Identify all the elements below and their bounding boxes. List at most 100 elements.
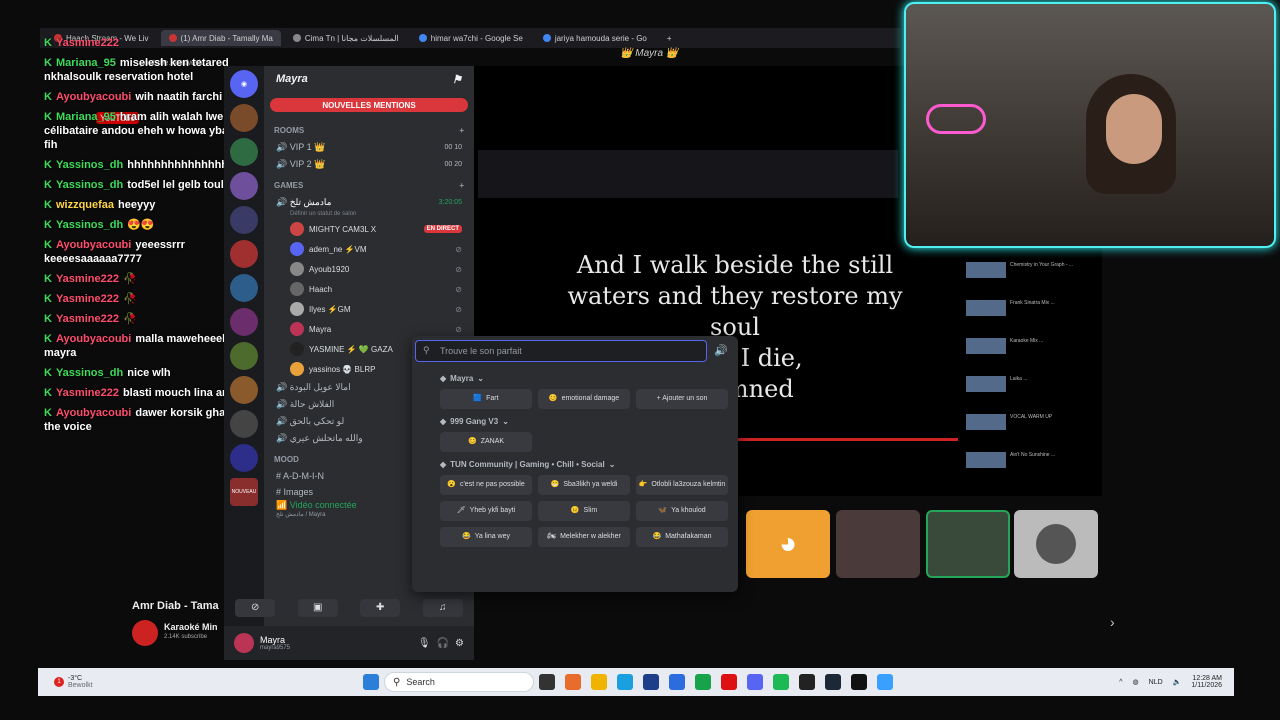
sound-button[interactable]: 😊 ZANAK bbox=[440, 432, 532, 452]
windows-start-icon[interactable] bbox=[363, 674, 379, 690]
network-icon[interactable]: ◍ bbox=[1133, 678, 1139, 686]
server-icon[interactable] bbox=[230, 308, 258, 336]
browser-tab[interactable]: Cima Tn | المسلسلات مجانا bbox=[285, 30, 407, 46]
avatar[interactable] bbox=[234, 633, 254, 653]
screen-share-icon[interactable]: ▣ bbox=[297, 599, 338, 617]
new-server-badge[interactable]: NOUVEAU bbox=[230, 478, 258, 506]
chat-username[interactable]: wizzquefaa bbox=[56, 199, 114, 211]
sound-button[interactable]: 😁 Sba3likh ya weldi bbox=[538, 475, 630, 495]
discord-icon[interactable] bbox=[747, 674, 763, 690]
chevron-up-icon[interactable]: ^ bbox=[1119, 679, 1122, 686]
chat-username[interactable]: Mariana_95 bbox=[56, 111, 116, 123]
edge-icon[interactable] bbox=[617, 674, 633, 690]
channel-status-hint[interactable]: Définir un statut de salon bbox=[264, 211, 474, 219]
add-channel-icon[interactable]: + bbox=[459, 126, 464, 135]
camera-off-icon[interactable]: ⊘ bbox=[235, 599, 276, 617]
activities-icon[interactable]: ✚ bbox=[360, 599, 401, 617]
soundboard-section-header[interactable]: ◆ Mayra ⌄ bbox=[440, 374, 730, 383]
voice-channel-room[interactable]: 🔊 VIP 1 👑 00 10 bbox=[264, 139, 474, 156]
server-icon[interactable] bbox=[230, 240, 258, 268]
chat-username[interactable]: Yasmine222 bbox=[56, 313, 119, 325]
new-tab-button[interactable]: + bbox=[659, 30, 680, 46]
category-games[interactable]: GAMES + bbox=[264, 173, 474, 194]
app-icon[interactable] bbox=[565, 674, 581, 690]
sound-button[interactable]: 😂 Ya lina wey bbox=[440, 527, 532, 547]
weather-widget[interactable]: 1 -3°C Bewolkt bbox=[38, 675, 358, 689]
invite-icon[interactable]: ⚑ bbox=[452, 73, 462, 86]
channel-avatar[interactable] bbox=[132, 620, 158, 646]
youtube-suggestion[interactable]: Ain't No Sunshine ... bbox=[966, 452, 1106, 468]
task-view-icon[interactable] bbox=[539, 674, 555, 690]
browser-tab[interactable]: jariya hamouda serie - Go bbox=[535, 30, 655, 46]
sound-button[interactable]: 😊 emotional damage bbox=[538, 389, 630, 409]
file-explorer-icon[interactable] bbox=[591, 674, 607, 690]
outlook-icon[interactable] bbox=[669, 674, 685, 690]
voice-user[interactable]: MIGHTY CAM3L X EN DIRECT bbox=[264, 219, 474, 239]
chat-username[interactable]: Yassinos_dh bbox=[56, 219, 123, 231]
voice-user[interactable]: Ayoub1920 ⊘ bbox=[264, 259, 474, 279]
sound-button[interactable]: 🦋 Ya khoulod bbox=[636, 501, 728, 521]
chat-username[interactable]: Yassinos_dh bbox=[56, 159, 123, 171]
participant-tile-speaking[interactable] bbox=[926, 510, 1010, 578]
headphones-icon[interactable]: 🎧 bbox=[437, 638, 449, 649]
server-icon[interactable] bbox=[230, 206, 258, 234]
sound-button[interactable]: 🏍 Melekher w alekher bbox=[538, 527, 630, 547]
voice-channel-room[interactable]: 🔊 VIP 2 👑 00 20 bbox=[264, 156, 474, 173]
soundboard-search-input[interactable]: Trouve le son parfait bbox=[415, 340, 707, 362]
participant-tile[interactable] bbox=[836, 510, 920, 578]
app-icon[interactable] bbox=[877, 674, 893, 690]
participant-tile-discord[interactable]: ◕ bbox=[746, 510, 830, 578]
voice-user[interactable]: Haach ⊘ bbox=[264, 279, 474, 299]
voice-user[interactable]: adem_ne ⚡VM ⊘ bbox=[264, 239, 474, 259]
volume-icon[interactable]: 🔈 bbox=[1173, 678, 1182, 686]
youtube-suggestion[interactable]: VOCAL WARM UP bbox=[966, 414, 1106, 430]
chat-username[interactable]: Ayoubyacoubi bbox=[56, 407, 131, 419]
chat-username[interactable]: Yasmine222 bbox=[56, 387, 119, 399]
obs-icon[interactable] bbox=[799, 674, 815, 690]
chat-username[interactable]: Mariana_95 bbox=[56, 57, 116, 69]
youtube-suggestion[interactable]: Frank Sinatra Mix ... bbox=[966, 300, 1106, 316]
chat-username[interactable]: Yassinos_dh bbox=[56, 367, 123, 379]
soundboard-section-header[interactable]: ◆ TUN Community | Gaming • Chill • Social… bbox=[440, 460, 730, 469]
server-icon[interactable] bbox=[230, 138, 258, 166]
channel-name[interactable]: Karaoké Min bbox=[164, 622, 218, 632]
soundboard-section-header[interactable]: ◆ 999 Gang V3 ⌄ bbox=[440, 417, 730, 426]
app-icon[interactable] bbox=[851, 674, 867, 690]
browser-tab[interactable]: himar wa7chi - Google Se bbox=[411, 30, 531, 46]
youtube-suggestion[interactable]: Chemistry in Your Graph - ... bbox=[966, 262, 1106, 278]
sound-button[interactable]: 🗡 Yheb ykfi bayti bbox=[440, 501, 532, 521]
app-icon[interactable] bbox=[695, 674, 711, 690]
sound-button[interactable]: 👉 Otlobli la3zouza kelmtin bbox=[636, 475, 728, 495]
clock[interactable]: 12:28 AM 1/11/2026 bbox=[1191, 675, 1222, 689]
participant-tile[interactable] bbox=[1014, 510, 1098, 578]
chat-username[interactable]: Ayoubyacoubi bbox=[56, 239, 131, 251]
sound-button[interactable]: 😂 Mathafakaman bbox=[636, 527, 728, 547]
microphone-icon[interactable]: 🎙 bbox=[418, 638, 431, 649]
server-icon[interactable] bbox=[230, 104, 258, 132]
chat-username[interactable]: Yasmine222 bbox=[56, 273, 119, 285]
chat-username[interactable]: Ayoubyacoubi bbox=[56, 333, 131, 345]
voice-channel-active[interactable]: 🔊 مادمش تلخ 3:20:05 bbox=[264, 194, 474, 211]
server-icon[interactable] bbox=[230, 444, 258, 472]
server-icon[interactable] bbox=[230, 172, 258, 200]
server-icon[interactable] bbox=[230, 342, 258, 370]
chat-username[interactable]: Ayoubyacoubi bbox=[56, 91, 131, 103]
server-header[interactable]: Mayra ⚑ bbox=[264, 66, 474, 92]
taskbar-search-input[interactable]: ⚲ Search bbox=[384, 672, 534, 692]
chat-username[interactable]: Yassinos_dh bbox=[56, 179, 123, 191]
chat-username[interactable]: Yasmine222 bbox=[56, 37, 119, 49]
sound-button[interactable]: 😐 Slim bbox=[538, 501, 630, 521]
sound-button[interactable]: 😮 c'est ne pas possible bbox=[440, 475, 532, 495]
server-icon[interactable] bbox=[230, 274, 258, 302]
add-channel-icon[interactable]: + bbox=[459, 181, 464, 190]
steam-icon[interactable] bbox=[825, 674, 841, 690]
volume-icon[interactable]: 🔊 bbox=[714, 344, 728, 357]
discord-home-icon[interactable]: ◉ bbox=[230, 70, 258, 98]
chat-username[interactable]: Yasmine222 bbox=[56, 293, 119, 305]
new-mentions-banner[interactable]: NOUVELLES MENTIONS bbox=[270, 98, 468, 112]
soundboard-icon[interactable]: ♫ bbox=[422, 599, 463, 617]
chevron-right-icon[interactable]: › bbox=[1110, 614, 1115, 630]
sound-button[interactable]: 🟦 Fart bbox=[440, 389, 532, 409]
voice-user[interactable]: Ilyes ⚡GM ⊘ bbox=[264, 299, 474, 319]
spotify-icon[interactable] bbox=[773, 674, 789, 690]
